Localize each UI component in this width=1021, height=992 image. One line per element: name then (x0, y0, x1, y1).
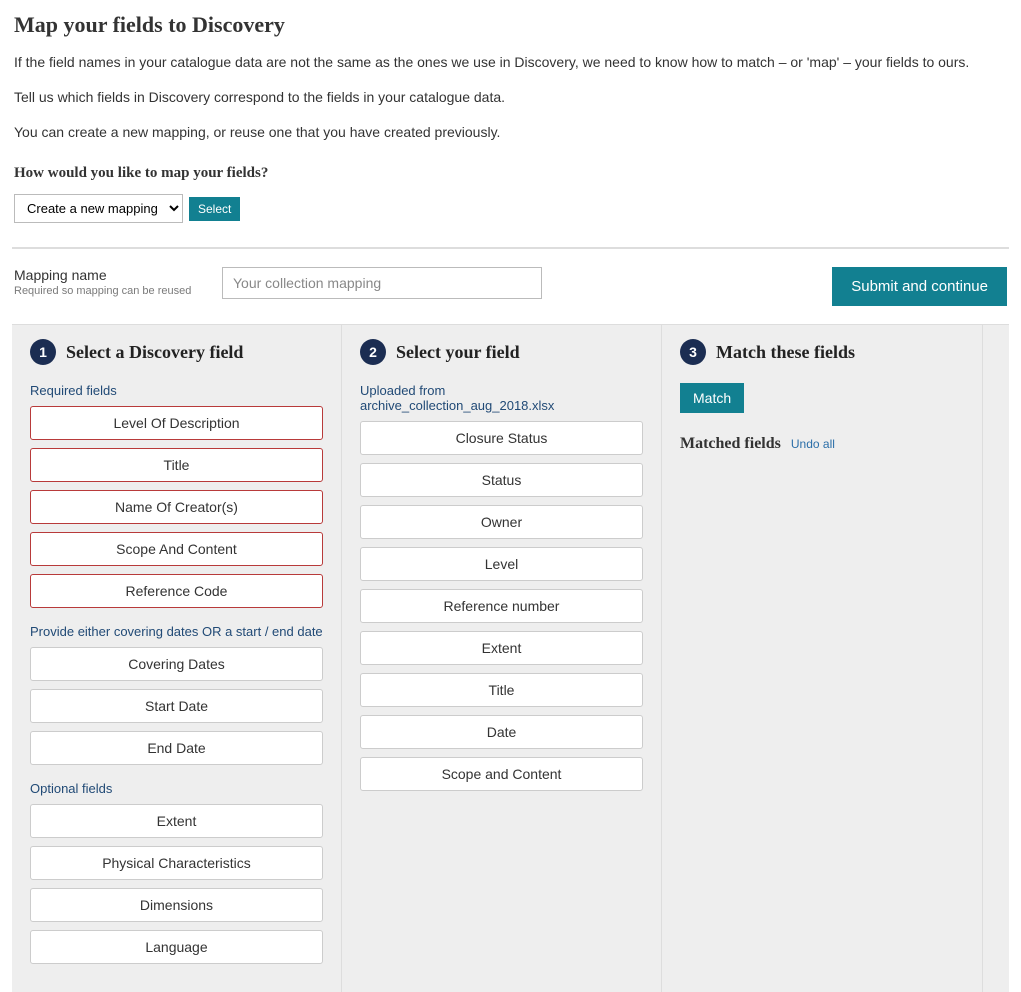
your-field[interactable]: Owner (360, 505, 643, 539)
select-button[interactable]: Select (189, 197, 240, 221)
match-button[interactable]: Match (680, 383, 744, 413)
col3-title: Match these fields (716, 342, 855, 363)
your-field[interactable]: Status (360, 463, 643, 497)
submit-button[interactable]: Submit and continue (832, 267, 1007, 306)
page-title: Map your fields to Discovery (14, 12, 1007, 38)
undo-all-link[interactable]: Undo all (791, 437, 835, 451)
mapping-name-input[interactable] (222, 267, 542, 299)
discovery-field[interactable]: Scope And Content (30, 532, 323, 566)
intro-para-3: You can create a new mapping, or reuse o… (14, 122, 1007, 143)
discovery-field[interactable]: Name Of Creator(s) (30, 490, 323, 524)
your-field[interactable]: Reference number (360, 589, 643, 623)
discovery-field[interactable]: Covering Dates (30, 647, 323, 681)
required-fields-label: Required fields (30, 383, 323, 398)
your-field[interactable]: Extent (360, 631, 643, 665)
discovery-field[interactable]: Extent (30, 804, 323, 838)
discovery-field[interactable]: Title (30, 448, 323, 482)
mapping-question: How would you like to map your fields? (14, 165, 1007, 182)
intro-para-2: Tell us which fields in Discovery corres… (14, 87, 1007, 108)
mapping-mode-select[interactable]: Create a new mapping (14, 194, 183, 223)
your-field[interactable]: Title (360, 673, 643, 707)
your-field[interactable]: Closure Status (360, 421, 643, 455)
col1-title: Select a Discovery field (66, 342, 243, 363)
discovery-field[interactable]: Language (30, 930, 323, 964)
your-field[interactable]: Level (360, 547, 643, 581)
discovery-field[interactable]: Start Date (30, 689, 323, 723)
dates-fields-label: Provide either covering dates OR a start… (30, 624, 323, 639)
step-3-badge: 3 (680, 339, 706, 365)
divider (12, 247, 1009, 249)
discovery-field[interactable]: Physical Characteristics (30, 846, 323, 880)
scroll-gutter (982, 325, 1002, 992)
your-field[interactable]: Date (360, 715, 643, 749)
discovery-field[interactable]: Reference Code (30, 574, 323, 608)
intro-para-1: If the field names in your catalogue dat… (14, 52, 1007, 73)
discovery-field[interactable]: Level Of Description (30, 406, 323, 440)
your-field[interactable]: Scope and Content (360, 757, 643, 791)
mapping-name-sublabel: Required so mapping can be reused (14, 285, 194, 297)
discovery-field[interactable]: End Date (30, 731, 323, 765)
optional-fields-label: Optional fields (30, 781, 323, 796)
uploaded-from-label: Uploaded from archive_collection_aug_201… (360, 383, 643, 413)
col2-title: Select your field (396, 342, 520, 363)
discovery-field[interactable]: Dimensions (30, 888, 323, 922)
mapping-name-label: Mapping name (14, 267, 194, 283)
matched-fields-label: Matched fields (680, 435, 781, 453)
step-2-badge: 2 (360, 339, 386, 365)
step-1-badge: 1 (30, 339, 56, 365)
